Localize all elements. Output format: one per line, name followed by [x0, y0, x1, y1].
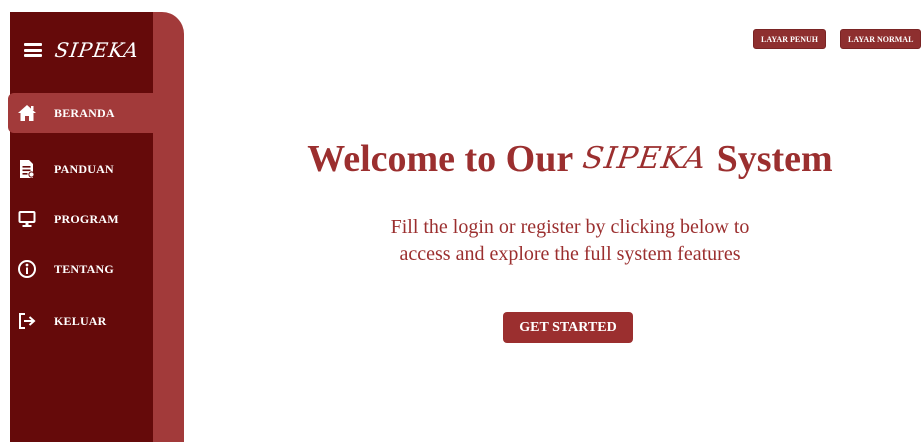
hero-title-brand: SIPEKA [580, 141, 710, 176]
sidebar-item-panduan[interactable]: PANDUAN [8, 149, 152, 189]
hero-title-suffix: System [716, 138, 833, 180]
fullscreen-button[interactable]: LAYAR PENUH [753, 29, 826, 49]
hamburger-menu-icon[interactable] [24, 43, 42, 57]
sidebar-item-tentang[interactable]: TENTANG [8, 249, 152, 289]
home-icon [14, 104, 40, 122]
sidebar-item-label: PANDUAN [54, 161, 114, 176]
hero-title-prefix: Welcome to Our [307, 138, 574, 180]
monitor-icon [14, 210, 40, 228]
sidebar-item-label: KELUAR [54, 313, 107, 328]
sidebar-item-program[interactable]: PROGRAM [8, 199, 152, 239]
normal-screen-button[interactable]: LAYAR NORMAL [840, 29, 922, 49]
app-title: SIPEKA [53, 38, 141, 62]
get-started-button[interactable]: GET STARTED [503, 312, 633, 343]
hero-title: Welcome to Our SIPEKA System [230, 137, 910, 181]
sidebar-brand: SIPEKA [24, 38, 141, 62]
sidebar-item-label: TENTANG [54, 261, 114, 276]
sidebar-item-beranda[interactable]: BERANDA [8, 93, 154, 133]
hero-subtitle-line: access and explore the full system featu… [399, 243, 741, 265]
document-icon [14, 159, 40, 179]
logout-icon [14, 312, 40, 330]
sidebar-item-label: PROGRAM [54, 211, 119, 226]
info-icon [14, 259, 40, 279]
sidebar-item-keluar[interactable]: KELUAR [8, 301, 152, 341]
sidebar-item-label: BERANDA [54, 105, 115, 120]
hero-subtitle: Fill the login or register by clicking b… [330, 214, 810, 268]
hero-subtitle-line: Fill the login or register by clicking b… [390, 216, 750, 238]
